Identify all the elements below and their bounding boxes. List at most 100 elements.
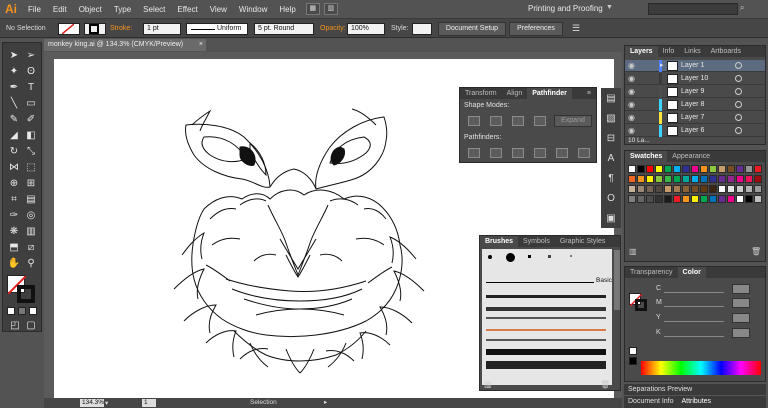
zoom-tool-icon[interactable]: ⚲ [23, 257, 39, 271]
document-setup-button[interactable]: Document Setup [438, 22, 506, 36]
layer-row[interactable]: ◉ Layer 7 [625, 112, 765, 124]
swatch[interactable] [709, 165, 717, 173]
stroke-indicator[interactable] [635, 299, 647, 311]
tab-brushes[interactable]: Brushes [480, 236, 519, 247]
graphic-style-picker[interactable] [412, 23, 432, 35]
swatch[interactable] [754, 195, 762, 203]
scrollbar[interactable] [614, 250, 620, 310]
swatch[interactable] [673, 165, 681, 173]
swatch[interactable] [745, 175, 753, 183]
divide-icon[interactable] [468, 148, 480, 158]
layer-row[interactable]: ◉ Layer 9 [625, 86, 765, 98]
chevron-down-icon[interactable]: ▼ [606, 4, 613, 11]
cyan-value[interactable] [732, 284, 750, 294]
variable-width-profile[interactable]: Uniform [186, 23, 248, 35]
chevron-down-icon[interactable]: ▾ [105, 399, 108, 407]
swatch[interactable] [691, 165, 699, 173]
opentype-icon[interactable]: O [604, 192, 618, 206]
swatch[interactable] [691, 175, 699, 183]
swatch[interactable] [628, 175, 636, 183]
intersect-icon[interactable] [512, 116, 524, 126]
close-icon[interactable]: × [199, 39, 203, 51]
swatch[interactable] [628, 165, 636, 173]
swatch[interactable] [727, 165, 735, 173]
swatch[interactable] [736, 165, 744, 173]
brush-basic-stroke[interactable] [486, 282, 594, 283]
tab-document-info[interactable]: Document Info [624, 398, 674, 405]
menu-edit[interactable]: Edit [47, 5, 73, 14]
artboard-number-field[interactable]: 1 [142, 399, 156, 407]
swatch[interactable] [709, 175, 717, 183]
panel-icon[interactable]: ▧ [604, 112, 618, 126]
swatch[interactable] [718, 185, 726, 193]
graph-tool-icon[interactable]: ▥ [23, 225, 39, 239]
swatch[interactable] [700, 185, 708, 193]
swatch[interactable] [682, 195, 690, 203]
eye-icon[interactable]: ◉ [628, 100, 635, 109]
tab-swatches[interactable]: Swatches [625, 151, 668, 162]
fill-swatch[interactable] [58, 23, 80, 35]
paragraph-icon[interactable]: ¶ [604, 172, 618, 186]
perspective-grid-tool-icon[interactable]: ⊞ [23, 177, 39, 191]
target-icon[interactable] [735, 127, 742, 134]
menu-object[interactable]: Object [73, 5, 108, 14]
brush-pencil[interactable] [486, 317, 606, 319]
swatch[interactable] [754, 165, 762, 173]
document-tab[interactable]: monkey king.ai @ 134.3% (CMYK/Preview) × [44, 39, 206, 51]
tab-transform[interactable]: Transform [460, 88, 502, 99]
brush-dry-ink[interactable] [486, 361, 606, 369]
stroke-indicator[interactable] [17, 285, 35, 303]
brush-definition[interactable]: 5 pt. Round [254, 23, 314, 35]
eraser-tool-icon[interactable]: ◧ [23, 129, 39, 143]
target-icon[interactable] [735, 62, 742, 69]
color-spectrum[interactable] [641, 361, 761, 375]
swatch[interactable] [691, 195, 699, 203]
minus-front-icon[interactable] [490, 116, 502, 126]
brush-dashed[interactable] [486, 339, 606, 341]
swatch[interactable] [664, 175, 672, 183]
tab-pathfinder[interactable]: Pathfinder [527, 88, 572, 99]
menu-file[interactable]: File [22, 5, 47, 14]
mesh-tool-icon[interactable]: ⌗ [6, 193, 22, 207]
character-icon[interactable]: A [604, 152, 618, 166]
search-icon[interactable]: ⌕ [740, 3, 744, 13]
selection-tool-icon[interactable]: ➤ [6, 49, 22, 63]
brush-charcoal[interactable] [486, 295, 606, 298]
layer-row[interactable]: ◉ ▸ Layer 1 [625, 60, 765, 72]
white-chip[interactable] [629, 347, 637, 355]
swatch[interactable] [745, 185, 753, 193]
black-value[interactable] [732, 328, 750, 338]
eye-icon[interactable]: ◉ [628, 74, 635, 83]
magic-wand-tool-icon[interactable]: ✦ [6, 65, 22, 79]
panel-menu-icon[interactable]: ≡ [582, 88, 596, 99]
layer-row[interactable]: ◉ Layer 10 [625, 73, 765, 85]
outline-icon[interactable] [556, 148, 568, 158]
swatch[interactable] [637, 175, 645, 183]
brush-chalk[interactable] [486, 307, 606, 311]
swatch[interactable] [736, 175, 744, 183]
swatch[interactable] [664, 195, 672, 203]
swatch[interactable] [655, 165, 663, 173]
swatch[interactable] [718, 165, 726, 173]
swatch[interactable] [655, 195, 663, 203]
swatch[interactable] [637, 185, 645, 193]
opacity-field[interactable]: 100% [347, 23, 385, 35]
draw-mode-icon[interactable]: ◰ [7, 319, 23, 333]
tab-links[interactable]: Links [679, 46, 705, 57]
brush-libraries-icon[interactable]: ▥ [484, 380, 492, 389]
swatch[interactable] [691, 185, 699, 193]
search-input[interactable] [648, 3, 738, 15]
target-icon[interactable] [735, 75, 742, 82]
screen-mode-icon[interactable]: ▢ [23, 319, 39, 333]
swatch[interactable] [637, 165, 645, 173]
separations-preview-tab[interactable]: Separations Preview [624, 384, 766, 395]
eye-icon[interactable]: ◉ [628, 113, 635, 122]
swatch[interactable] [736, 195, 744, 203]
tab-appearance[interactable]: Appearance [667, 151, 715, 162]
scale-tool-icon[interactable]: ⤡ [23, 145, 39, 159]
align-options-icon[interactable]: ☰ [572, 23, 580, 34]
brush-list[interactable]: Basic [482, 249, 612, 385]
workspace-switcher[interactable]: Printing and Proofing [528, 4, 603, 13]
artboard-tool-icon[interactable]: ⬒ [6, 241, 22, 255]
swatch[interactable] [646, 175, 654, 183]
